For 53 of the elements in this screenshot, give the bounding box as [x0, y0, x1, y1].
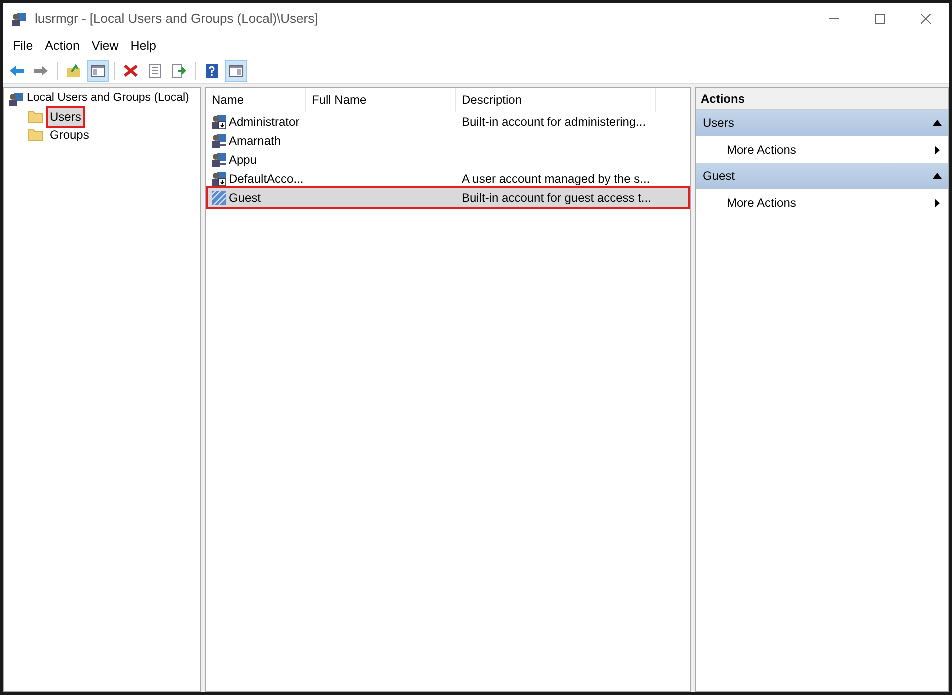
folder-arrow-icon	[66, 62, 82, 78]
table-row[interactable]: Appu	[208, 150, 688, 169]
help-icon	[204, 62, 220, 78]
table-row[interactable]: Guest Built-in account for guest access t...	[208, 188, 688, 207]
tree-item[interactable]: Users	[48, 108, 84, 126]
user-account-icon	[211, 132, 227, 148]
folder-icon	[28, 128, 44, 142]
menu-item[interactable]: View	[86, 36, 125, 56]
submenu-arrow-icon	[935, 198, 940, 208]
panel-icon	[228, 62, 244, 78]
computer-users-icon	[8, 91, 24, 107]
action-item[interactable]: More Actions	[696, 137, 948, 163]
window-title: lusrmgr - [Local Users and Groups (Local)\Users]	[35, 10, 318, 28]
tree-item[interactable]: Groups	[48, 126, 92, 144]
menu-item[interactable]: File	[7, 36, 40, 56]
users-app-icon	[11, 10, 27, 26]
column-header[interactable]: Description	[456, 88, 656, 112]
actions-header: Actions	[696, 88, 948, 110]
menu-item[interactable]: Action	[39, 36, 86, 56]
column-header[interactable]: Full Name	[306, 88, 456, 112]
user-account-icon	[211, 170, 227, 186]
user-account-icon	[211, 114, 227, 130]
table-cell-text: Appu	[229, 152, 258, 168]
table-cell: Built-in account for administering...	[462, 114, 646, 128]
tree-item[interactable]: Local Users and Groups (Local)	[27, 90, 190, 108]
table-cell-text: Guest	[229, 190, 262, 206]
delete-icon	[123, 62, 139, 78]
document-icon	[147, 62, 163, 78]
collapse-icon	[933, 173, 942, 179]
toolbar-button[interactable]	[87, 60, 109, 82]
column-header[interactable]: Name	[206, 88, 306, 112]
table-cell-text: Amarnath	[229, 132, 282, 150]
folder-icon	[28, 110, 44, 124]
menu-item[interactable]: Help	[124, 36, 162, 56]
table-cell: Built-in account for guest access t...	[462, 190, 652, 204]
submenu-arrow-icon	[935, 146, 940, 154]
maximize-icon	[875, 14, 885, 24]
user-account-icon	[211, 152, 227, 168]
table-cell: A user account managed by the s...	[462, 172, 650, 186]
panel-icon	[90, 62, 106, 78]
table-cell-text: DefaultAcco...	[229, 170, 304, 188]
table-cell-text: Administrator	[229, 114, 300, 130]
close-icon	[921, 14, 931, 24]
table-row[interactable]: DefaultAcco... A user account managed by the s...	[208, 169, 688, 188]
section-header[interactable]: Users	[696, 110, 948, 136]
table-row[interactable]: Amarnath	[208, 131, 688, 150]
table-row[interactable]: Administrator Built-in account for administering...	[208, 112, 688, 131]
collapse-icon	[933, 120, 942, 126]
export-icon	[171, 62, 187, 78]
toolbar-button[interactable]	[225, 60, 247, 82]
user-account-icon	[211, 190, 227, 206]
section-header[interactable]: Guest	[696, 163, 948, 189]
action-item[interactable]: More Actions	[696, 190, 948, 216]
